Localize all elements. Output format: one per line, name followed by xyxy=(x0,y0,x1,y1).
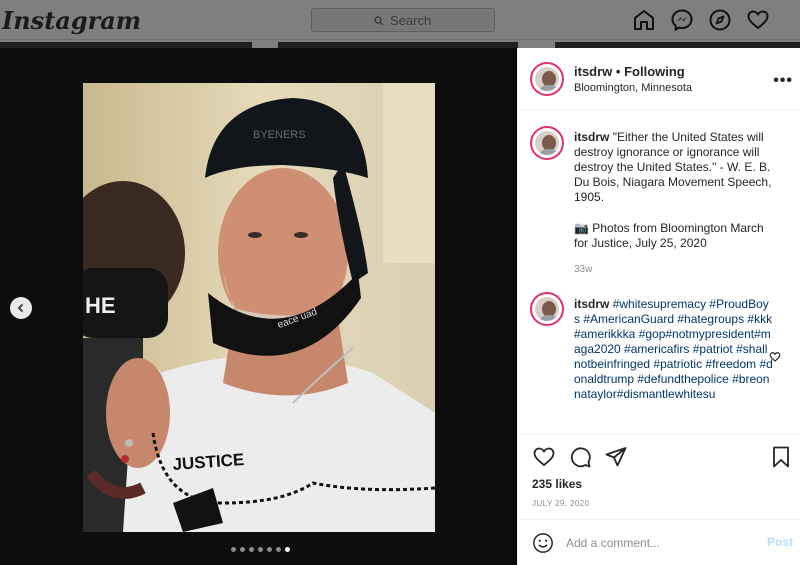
save-bookmark-icon[interactable] xyxy=(769,445,793,469)
comments-section: itsdrw "Either the United States will de… xyxy=(518,110,800,434)
add-comment-bar: Post xyxy=(518,519,800,565)
caption: itsdrw "Either the United States will de… xyxy=(574,130,774,205)
post-username[interactable]: itsdrw xyxy=(574,64,612,79)
comment: itsdrw #whitesupremacy #ProudBoys #Ameri… xyxy=(574,297,774,402)
heart-icon[interactable] xyxy=(746,8,770,32)
emoji-icon[interactable] xyxy=(532,532,554,554)
post-modal: HE BYENERS eace uad JUSTICE itsdrw • Fol… xyxy=(0,48,800,565)
caption-extra: 📷 Photos from Bloomington March for Just… xyxy=(574,221,764,250)
post-location[interactable]: Bloomington, Minnesota xyxy=(574,82,692,94)
instagram-logo[interactable]: Instagram xyxy=(2,6,141,35)
post-header: itsdrw • Following Bloomington, Minnesot… xyxy=(518,48,800,110)
svg-text:HE: HE xyxy=(85,293,116,318)
add-comment-input[interactable] xyxy=(566,532,746,554)
carousel-dot xyxy=(285,547,290,552)
post-comment-button[interactable]: Post xyxy=(767,535,793,549)
likes-count[interactable]: 235 likes xyxy=(532,477,582,491)
carousel-dot xyxy=(276,547,281,552)
post-actions: 235 likes JULY 29, 2020 Post xyxy=(518,434,800,565)
search-placeholder: Search xyxy=(390,13,432,28)
instagram-page: Instagram Search HE BYENERS eace uad JUS… xyxy=(0,0,800,565)
previous-photo-button[interactable] xyxy=(10,297,32,319)
avatar[interactable] xyxy=(530,126,564,160)
avatar[interactable] xyxy=(530,292,564,326)
comment-hashtags[interactable]: #whitesupremacy #ProudBoys #AmericanGuar… xyxy=(574,297,773,401)
following-status[interactable]: • Following xyxy=(616,64,685,79)
carousel-indicator xyxy=(231,547,290,552)
home-icon[interactable] xyxy=(632,8,656,32)
like-heart-icon[interactable] xyxy=(532,445,556,469)
search-icon xyxy=(374,15,384,25)
caption-username[interactable]: itsdrw xyxy=(574,130,609,144)
comment-username[interactable]: itsdrw xyxy=(574,297,609,311)
explore-icon[interactable] xyxy=(708,8,732,32)
like-comment-heart-icon[interactable] xyxy=(769,351,781,363)
post-date[interactable]: JULY 29, 2020 xyxy=(532,499,589,508)
more-options-icon[interactable]: ••• xyxy=(773,72,793,90)
svg-text:BYENERS: BYENERS xyxy=(253,129,306,141)
share-icon[interactable] xyxy=(604,445,628,469)
top-nav: Instagram Search xyxy=(0,0,800,40)
comment-icon[interactable] xyxy=(568,445,592,469)
post-details: itsdrw • Following Bloomington, Minnesot… xyxy=(517,48,800,565)
carousel-dot xyxy=(231,547,236,552)
messenger-icon[interactable] xyxy=(670,8,694,32)
avatar[interactable] xyxy=(530,62,564,96)
media-panel: HE BYENERS eace uad JUSTICE xyxy=(0,48,517,565)
carousel-dot xyxy=(267,547,272,552)
caption-time[interactable]: 33w xyxy=(574,264,592,275)
carousel-dot xyxy=(249,547,254,552)
post-photo[interactable]: HE BYENERS eace uad JUSTICE xyxy=(83,83,435,532)
search-box[interactable]: Search xyxy=(311,8,495,32)
carousel-dot xyxy=(240,547,245,552)
carousel-dot xyxy=(258,547,263,552)
chevron-left-icon xyxy=(17,303,24,313)
